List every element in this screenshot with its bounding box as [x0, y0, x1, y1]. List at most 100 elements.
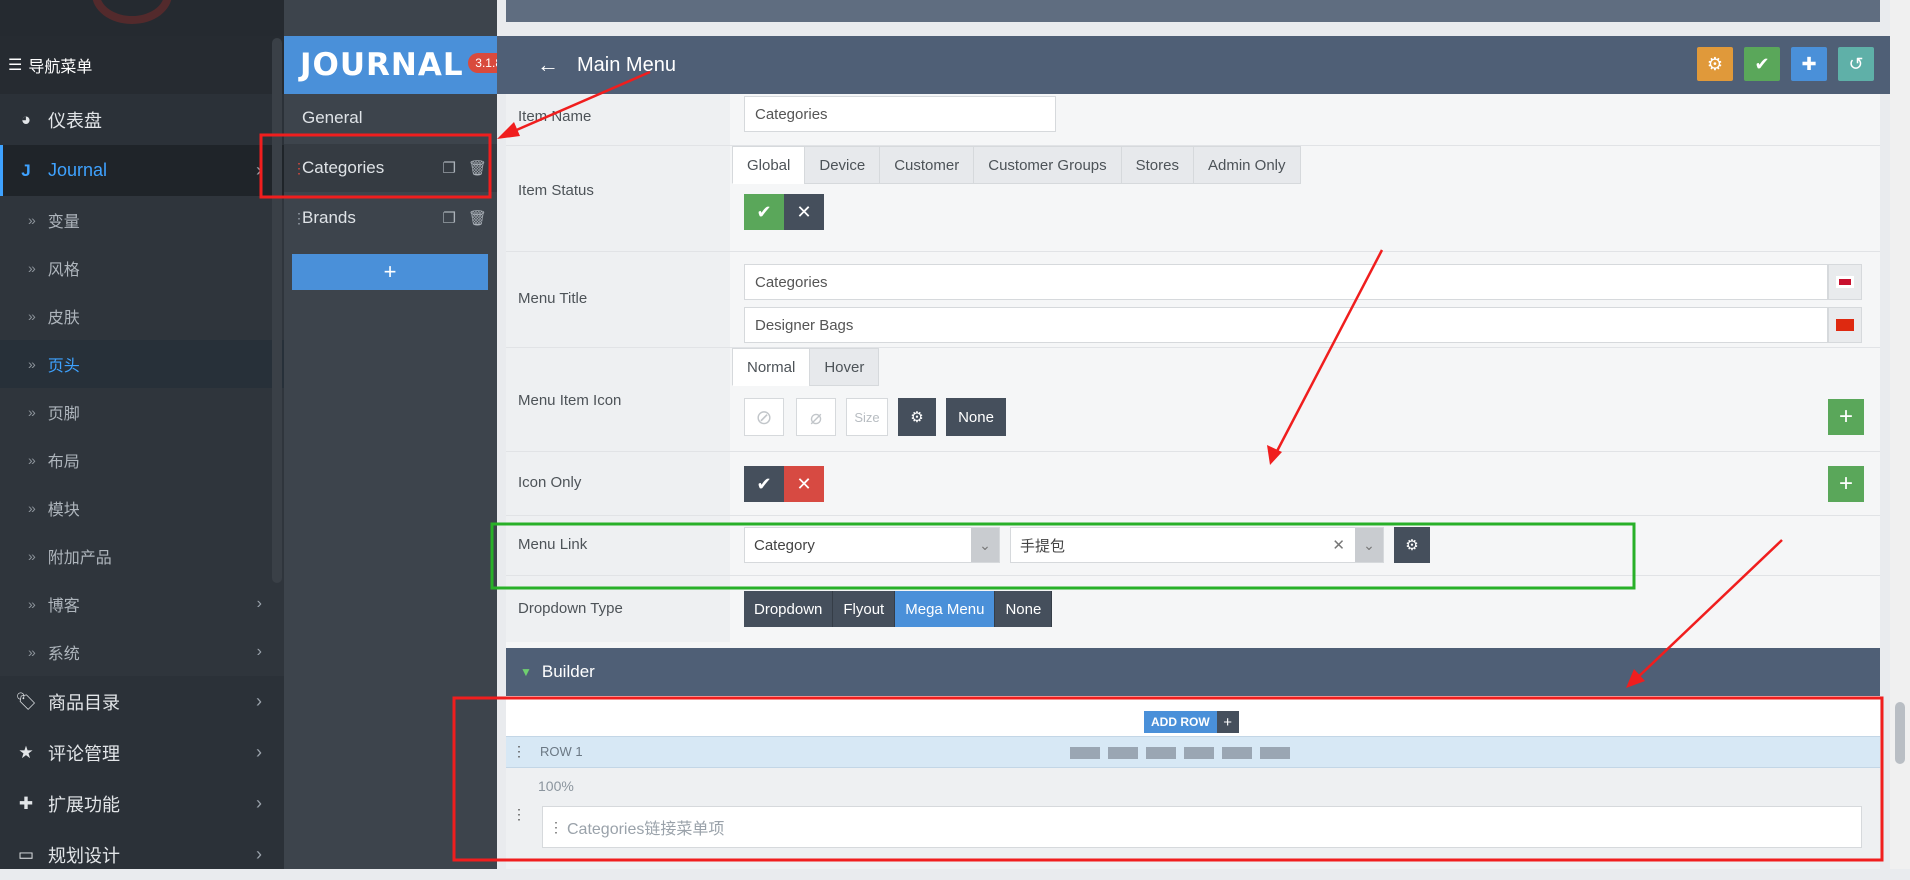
add-menu-item-button[interactable]: +	[292, 254, 488, 290]
sidebar-item-label: 评论管理	[48, 743, 120, 764]
sidebar-subitem-blog[interactable]: » 博客 ›	[0, 580, 284, 628]
subitem-label: 页头	[47, 358, 80, 375]
row-control-icon[interactable]	[1260, 747, 1290, 759]
copy-icon[interactable]: ❐	[443, 159, 456, 177]
dropdown-option-dropdown[interactable]: Dropdown	[744, 591, 834, 627]
sidebar-item-dashboard[interactable]: ◕ 仪表盘	[0, 94, 284, 145]
icon-only-off-button[interactable]: ✕	[784, 466, 824, 502]
menu-link-row: Menu Link Category ⌄ 手提包 ✕ ⌄ ⚙	[506, 516, 1880, 576]
column-module-item[interactable]: ⋮ Categories链接菜单项	[542, 806, 1862, 848]
drag-handle-icon[interactable]: ⋮	[512, 806, 526, 823]
tab-global[interactable]: Global	[732, 146, 805, 184]
sidebar-item-extensions[interactable]: ✚ 扩展功能 ›	[0, 778, 284, 829]
sidebar-item-design[interactable]: ▭ 规划设计 ›	[0, 829, 284, 880]
row-control-icon[interactable]	[1070, 747, 1100, 759]
tab-normal[interactable]: Normal	[732, 348, 810, 386]
sidebar-subitem-modules[interactable]: » 模块	[0, 484, 284, 532]
menu-title-input-cn[interactable]: Designer Bags	[744, 307, 1828, 343]
add-row-button[interactable]: ADD ROW +	[1144, 711, 1239, 733]
link-target-value: 手提包	[1020, 537, 1066, 555]
icon-size-input[interactable]: Size	[846, 398, 888, 436]
double-chevron-icon: »	[28, 596, 36, 612]
tab-hover[interactable]: Hover	[809, 348, 880, 386]
back-arrow-icon[interactable]: ←	[537, 52, 559, 78]
row-control-icon[interactable]	[1108, 747, 1138, 759]
tab-customer-groups[interactable]: Customer Groups	[973, 146, 1121, 184]
dropdown-option-mega-menu[interactable]: Mega Menu	[895, 591, 996, 627]
uk-flag-icon	[1828, 264, 1862, 300]
trash-icon[interactable]: 🗑	[468, 209, 487, 227]
link-settings-button[interactable]: ⚙	[1394, 527, 1430, 563]
sidebar-scrollbar[interactable]	[272, 38, 282, 583]
double-chevron-icon: »	[28, 260, 36, 276]
status-off-button[interactable]: ✕	[784, 194, 824, 230]
item-name-input[interactable]: Categories	[744, 96, 1056, 132]
drag-handle-icon[interactable]: ⋮	[292, 210, 306, 227]
drag-handle-icon[interactable]: ⋮	[512, 743, 526, 760]
settings-button[interactable]: ⚙	[1697, 47, 1733, 81]
builder-column: ⋮ 100% ⋮ Categories链接菜单项	[506, 768, 1880, 869]
scrollbar-thumb[interactable]	[1895, 702, 1905, 764]
dropdown-option-none[interactable]: None	[995, 591, 1053, 627]
clear-icon[interactable]: ✕	[1332, 536, 1345, 554]
menu-item-general[interactable]: General	[284, 94, 497, 142]
drag-handle-icon[interactable]: ⋮	[292, 160, 306, 177]
tab-admin-only[interactable]: Admin Only	[1192, 146, 1301, 184]
caret-down-icon: ▼	[520, 665, 532, 679]
icon-settings-button[interactable]: ⚙	[898, 398, 936, 436]
dropdown-option-flyout[interactable]: Flyout	[833, 591, 896, 627]
plus-icon: +	[1838, 403, 1853, 430]
page-header: ← Main Menu ⚙ ✔ ✚ ↺	[497, 36, 1890, 94]
sidebar-subitem-variables[interactable]: » 变量	[0, 196, 284, 244]
journal-brand: JOURNAL 3.1.8	[284, 36, 509, 94]
sidebar-subitem-footer[interactable]: » 页脚	[0, 388, 284, 436]
subitem-label: 皮肤	[47, 310, 80, 327]
tab-customer[interactable]: Customer	[879, 146, 974, 184]
icon-only-on-button[interactable]: ✔	[744, 466, 784, 502]
row-control-icon[interactable]	[1222, 747, 1252, 759]
sidebar-item-label: 商品目录	[48, 692, 120, 713]
sidebar-item-journal[interactable]: J Journal ›	[0, 145, 284, 196]
trash-icon[interactable]: 🗑	[468, 159, 487, 177]
menu-item-label: Brands	[302, 208, 356, 227]
tab-device[interactable]: Device	[804, 146, 880, 184]
row-control-icon[interactable]	[1146, 747, 1176, 759]
no-color-button[interactable]: ⌀	[796, 398, 836, 436]
status-on-button[interactable]: ✔	[744, 194, 784, 230]
no-icon-button[interactable]: ⊘	[744, 398, 784, 436]
add-icon-button[interactable]: +	[1828, 399, 1864, 435]
gear-icon: ⚙	[910, 409, 924, 426]
builder-row[interactable]: ⋮ ROW 1	[506, 736, 1880, 768]
save-button[interactable]: ✔	[1744, 47, 1780, 81]
sidebar-subitem-styles[interactable]: » 风格	[0, 244, 284, 292]
link-target-select[interactable]: 手提包 ✕ ⌄	[1010, 527, 1384, 563]
sidebar-subitem-system[interactable]: » 系统 ›	[0, 628, 284, 676]
puzzle-icon: ✚	[18, 793, 34, 813]
menu-item-brands[interactable]: ⋮ Brands ❐ 🗑	[284, 194, 497, 242]
icon-none-button[interactable]: None	[946, 398, 1006, 436]
add-button[interactable]: ✚	[1791, 47, 1827, 81]
page-scrollbar[interactable]	[1890, 0, 1910, 869]
close-icon: ✕	[796, 201, 812, 222]
top-strip	[506, 0, 1880, 22]
add-icon-only-button[interactable]: +	[1828, 466, 1864, 502]
sidebar-item-reviews[interactable]: ★ 评论管理 ›	[0, 727, 284, 778]
menu-title-input-en[interactable]: Categories	[744, 264, 1828, 300]
eyedropper-icon: ⌀	[809, 406, 823, 429]
sidebar-subitem-addons[interactable]: » 附加产品	[0, 532, 284, 580]
menu-item-categories[interactable]: ⋮ Categories ❐ 🗑	[284, 144, 497, 192]
builder-header[interactable]: ▼ Builder	[506, 648, 1880, 696]
drag-handle-icon[interactable]: ⋮	[549, 819, 563, 836]
history-button[interactable]: ↺	[1838, 47, 1874, 81]
link-type-select[interactable]: Category ⌄	[744, 527, 1000, 563]
nav-header[interactable]: ☰ 导航菜单	[0, 36, 284, 94]
sidebar-subitem-skins[interactable]: » 皮肤	[0, 292, 284, 340]
sidebar-subitem-layouts[interactable]: » 布局	[0, 436, 284, 484]
subitem-label: 布局	[47, 454, 80, 471]
tab-stores[interactable]: Stores	[1120, 146, 1193, 184]
sidebar-subitem-header[interactable]: » 页头	[0, 340, 284, 388]
journal-panel: JOURNAL 3.1.8 General ⋮ Categories ❐ 🗑 ⋮ …	[284, 0, 509, 869]
copy-icon[interactable]: ❐	[443, 209, 456, 227]
sidebar-item-catalog[interactable]: 🏷 商品目录 ›	[0, 676, 284, 727]
row-control-icon[interactable]	[1184, 747, 1214, 759]
